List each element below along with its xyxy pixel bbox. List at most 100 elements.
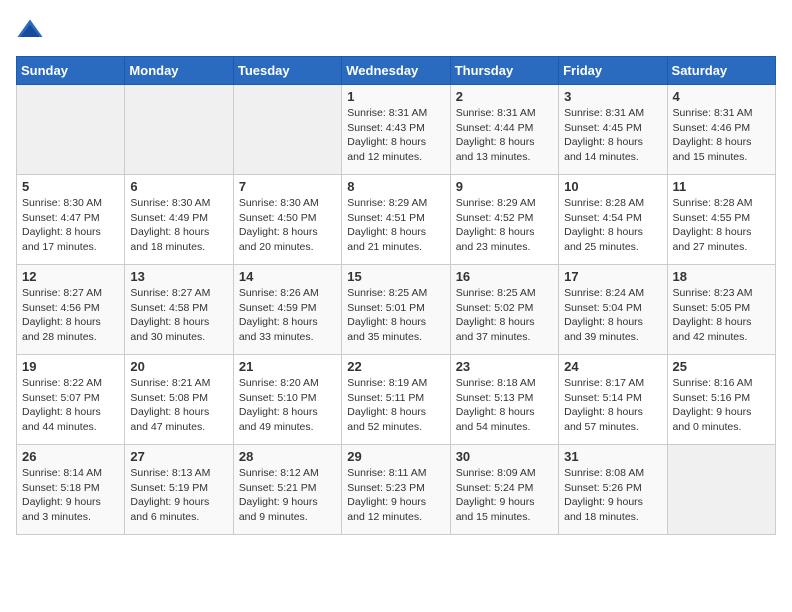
day-number: 8 [347, 179, 444, 194]
day-info: Sunrise: 8:08 AM Sunset: 5:26 PM Dayligh… [564, 466, 661, 525]
day-number: 18 [673, 269, 770, 284]
calendar-cell: 3 Sunrise: 8:31 AM Sunset: 4:45 PM Daylig… [559, 85, 667, 175]
day-info: Sunrise: 8:29 AM Sunset: 4:52 PM Dayligh… [456, 196, 553, 255]
calendar-cell: 17Sunrise: 8:24 AM Sunset: 5:04 PM Dayli… [559, 265, 667, 355]
logo-icon [16, 16, 44, 44]
calendar-cell: 30Sunrise: 8:09 AM Sunset: 5:24 PM Dayli… [450, 445, 558, 535]
day-number: 21 [239, 359, 336, 374]
day-number: 13 [130, 269, 227, 284]
day-number: 7 [239, 179, 336, 194]
header-sunday: Sunday [17, 57, 125, 85]
day-info: Sunrise: 8:14 AM Sunset: 5:18 PM Dayligh… [22, 466, 119, 525]
day-number: 6 [130, 179, 227, 194]
calendar-cell [233, 85, 341, 175]
day-number: 27 [130, 449, 227, 464]
calendar-cell: 22 Sunrise: 8:19 AM Sunset: 5:11 PM Dayli… [342, 355, 450, 445]
day-info: Sunrise: 8:31 AM Sunset: 4:46 PM Dayligh… [673, 106, 770, 165]
day-info: Sunrise: 8:27 AM Sunset: 4:58 PM Dayligh… [130, 286, 227, 345]
day-info: Sunrise: 8:18 AM Sunset: 5:13 PM Dayligh… [456, 376, 553, 435]
header-row: Sunday Monday Tuesday Wednesday Thursday… [17, 57, 776, 85]
calendar-cell: 28Sunrise: 8:12 AM Sunset: 5:21 PM Dayli… [233, 445, 341, 535]
day-number: 25 [673, 359, 770, 374]
calendar-cell: 18 Sunrise: 8:23 AM Sunset: 5:05 PM Dayli… [667, 265, 775, 355]
day-number: 5 [22, 179, 119, 194]
calendar-cell: 7 Sunrise: 8:30 AM Sunset: 4:50 PM Daylig… [233, 175, 341, 265]
day-number: 3 [564, 89, 661, 104]
day-info: Sunrise: 8:16 AM Sunset: 5:16 PM Dayligh… [673, 376, 770, 435]
calendar-cell: 9 Sunrise: 8:29 AM Sunset: 4:52 PM Daylig… [450, 175, 558, 265]
day-number: 31 [564, 449, 661, 464]
header-thursday: Thursday [450, 57, 558, 85]
day-info: Sunrise: 8:30 AM Sunset: 4:49 PM Dayligh… [130, 196, 227, 255]
calendar-cell: 31 Sunrise: 8:08 AM Sunset: 5:26 PM Dayli… [559, 445, 667, 535]
day-number: 11 [673, 179, 770, 194]
calendar-cell: 23 Sunrise: 8:18 AM Sunset: 5:13 PM Dayli… [450, 355, 558, 445]
calendar-cell: 11Sunrise: 8:28 AM Sunset: 4:55 PM Dayli… [667, 175, 775, 265]
calendar-cell: 16 Sunrise: 8:25 AM Sunset: 5:02 PM Dayli… [450, 265, 558, 355]
calendar-cell: 19 Sunrise: 8:22 AM Sunset: 5:07 PM Dayli… [17, 355, 125, 445]
day-info: Sunrise: 8:31 AM Sunset: 4:45 PM Dayligh… [564, 106, 661, 165]
calendar-cell: 12 Sunrise: 8:27 AM Sunset: 4:56 PM Dayli… [17, 265, 125, 355]
day-info: Sunrise: 8:23 AM Sunset: 5:05 PM Dayligh… [673, 286, 770, 345]
header-saturday: Saturday [667, 57, 775, 85]
calendar-cell [125, 85, 233, 175]
page-header [16, 16, 776, 44]
day-number: 4 [673, 89, 770, 104]
calendar-cell: 2Sunrise: 8:31 AM Sunset: 4:44 PM Daylig… [450, 85, 558, 175]
calendar-cell: 24 Sunrise: 8:17 AM Sunset: 5:14 PM Dayli… [559, 355, 667, 445]
day-number: 24 [564, 359, 661, 374]
day-info: Sunrise: 8:20 AM Sunset: 5:10 PM Dayligh… [239, 376, 336, 435]
week-row-3: 12 Sunrise: 8:27 AM Sunset: 4:56 PM Dayli… [17, 265, 776, 355]
day-info: Sunrise: 8:31 AM Sunset: 4:43 PM Dayligh… [347, 106, 444, 165]
day-number: 17 [564, 269, 661, 284]
day-number: 22 [347, 359, 444, 374]
calendar-cell: 5 Sunrise: 8:30 AM Sunset: 4:47 PM Daylig… [17, 175, 125, 265]
calendar-cell: 10 Sunrise: 8:28 AM Sunset: 4:54 PM Dayli… [559, 175, 667, 265]
calendar-cell [17, 85, 125, 175]
calendar-cell: 21 Sunrise: 8:20 AM Sunset: 5:10 PM Dayli… [233, 355, 341, 445]
calendar-cell: 26 Sunrise: 8:14 AM Sunset: 5:18 PM Dayli… [17, 445, 125, 535]
day-info: Sunrise: 8:11 AM Sunset: 5:23 PM Dayligh… [347, 466, 444, 525]
calendar-cell: 20Sunrise: 8:21 AM Sunset: 5:08 PM Dayli… [125, 355, 233, 445]
day-number: 2 [456, 89, 553, 104]
calendar-cell: 15Sunrise: 8:25 AM Sunset: 5:01 PM Dayli… [342, 265, 450, 355]
calendar-cell: 6 Sunrise: 8:30 AM Sunset: 4:49 PM Daylig… [125, 175, 233, 265]
day-info: Sunrise: 8:19 AM Sunset: 5:11 PM Dayligh… [347, 376, 444, 435]
calendar-cell: 29 Sunrise: 8:11 AM Sunset: 5:23 PM Dayli… [342, 445, 450, 535]
day-info: Sunrise: 8:28 AM Sunset: 4:54 PM Dayligh… [564, 196, 661, 255]
day-info: Sunrise: 8:29 AM Sunset: 4:51 PM Dayligh… [347, 196, 444, 255]
logo [16, 16, 48, 44]
day-info: Sunrise: 8:22 AM Sunset: 5:07 PM Dayligh… [22, 376, 119, 435]
day-number: 19 [22, 359, 119, 374]
calendar-cell: 8 Sunrise: 8:29 AM Sunset: 4:51 PM Daylig… [342, 175, 450, 265]
day-number: 16 [456, 269, 553, 284]
calendar-cell: 27 Sunrise: 8:13 AM Sunset: 5:19 PM Dayli… [125, 445, 233, 535]
day-info: Sunrise: 8:26 AM Sunset: 4:59 PM Dayligh… [239, 286, 336, 345]
day-number: 10 [564, 179, 661, 194]
day-info: Sunrise: 8:27 AM Sunset: 4:56 PM Dayligh… [22, 286, 119, 345]
day-number: 26 [22, 449, 119, 464]
day-number: 23 [456, 359, 553, 374]
day-info: Sunrise: 8:25 AM Sunset: 5:02 PM Dayligh… [456, 286, 553, 345]
day-number: 28 [239, 449, 336, 464]
day-number: 29 [347, 449, 444, 464]
day-info: Sunrise: 8:25 AM Sunset: 5:01 PM Dayligh… [347, 286, 444, 345]
day-info: Sunrise: 8:30 AM Sunset: 4:47 PM Dayligh… [22, 196, 119, 255]
day-info: Sunrise: 8:30 AM Sunset: 4:50 PM Dayligh… [239, 196, 336, 255]
calendar-header: Sunday Monday Tuesday Wednesday Thursday… [17, 57, 776, 85]
day-info: Sunrise: 8:17 AM Sunset: 5:14 PM Dayligh… [564, 376, 661, 435]
calendar-cell: 25 Sunrise: 8:16 AM Sunset: 5:16 PM Dayli… [667, 355, 775, 445]
calendar-table: Sunday Monday Tuesday Wednesday Thursday… [16, 56, 776, 535]
day-info: Sunrise: 8:09 AM Sunset: 5:24 PM Dayligh… [456, 466, 553, 525]
calendar-cell: 4 Sunrise: 8:31 AM Sunset: 4:46 PM Daylig… [667, 85, 775, 175]
header-tuesday: Tuesday [233, 57, 341, 85]
week-row-2: 5 Sunrise: 8:30 AM Sunset: 4:47 PM Daylig… [17, 175, 776, 265]
week-row-4: 19 Sunrise: 8:22 AM Sunset: 5:07 PM Dayli… [17, 355, 776, 445]
week-row-5: 26 Sunrise: 8:14 AM Sunset: 5:18 PM Dayli… [17, 445, 776, 535]
calendar-cell: 14 Sunrise: 8:26 AM Sunset: 4:59 PM Dayli… [233, 265, 341, 355]
week-row-1: 1Sunrise: 8:31 AM Sunset: 4:43 PM Daylig… [17, 85, 776, 175]
day-number: 9 [456, 179, 553, 194]
day-number: 14 [239, 269, 336, 284]
day-info: Sunrise: 8:13 AM Sunset: 5:19 PM Dayligh… [130, 466, 227, 525]
day-number: 12 [22, 269, 119, 284]
